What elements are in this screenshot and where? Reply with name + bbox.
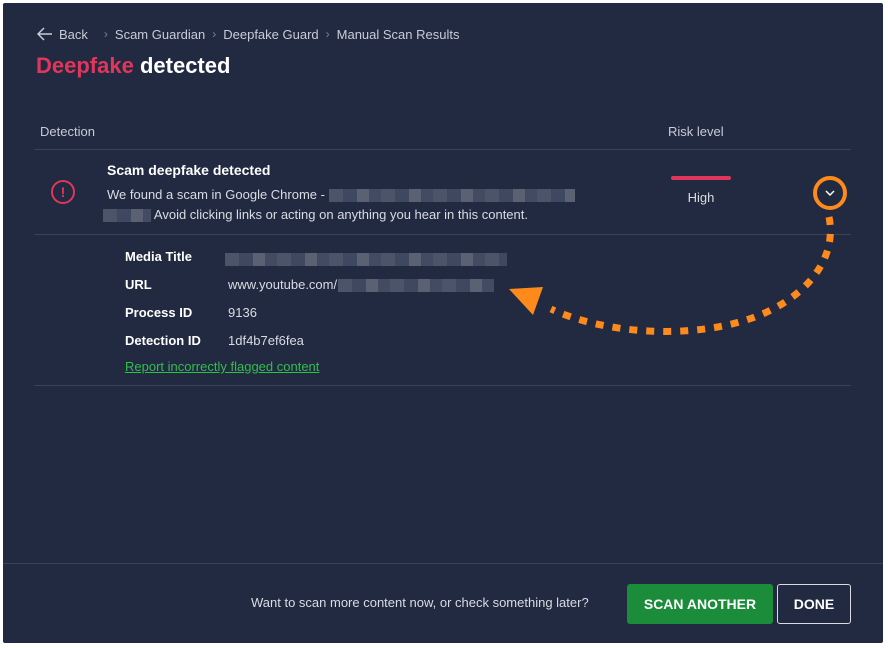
exclamation-circle-icon: ! <box>51 180 75 204</box>
detection-id-label: Detection ID <box>125 333 201 348</box>
chevron-down-icon <box>825 190 835 197</box>
url-value: www.youtube.com/ <box>228 277 495 293</box>
media-title-label: Media Title <box>125 249 192 264</box>
scan-another-button[interactable]: SCAN ANOTHER <box>627 584 773 624</box>
back-label: Back <box>59 26 88 42</box>
detail-row-detection-id: Detection ID 1df4b7ef6fea <box>125 333 545 353</box>
risk-level-bar <box>671 176 731 180</box>
scan-results-window: Back › Scam Guardian › Deepfake Guard › … <box>3 3 883 643</box>
expand-details-button[interactable] <box>813 176 847 210</box>
process-id-value: 9136 <box>228 305 257 320</box>
detail-row-process-id: Process ID 9136 <box>125 305 545 325</box>
redacted-text <box>103 209 151 223</box>
process-id-label: Process ID <box>125 305 193 320</box>
detail-row-media-title: Media Title <box>125 249 545 269</box>
page-title: Deepfake detected <box>36 53 230 79</box>
detection-description-prefix: We found a scam in Google Chrome - <box>107 187 325 202</box>
detection-description-suffix: Avoid clicking links or acting on anythi… <box>153 207 528 222</box>
footer-prompt: Want to scan more content now, or check … <box>251 595 589 610</box>
page-title-accent: Deepfake <box>36 53 134 78</box>
redacted-text <box>328 189 575 203</box>
breadcrumb-deepfake-guard[interactable]: Deepfake Guard <box>223 27 318 42</box>
url-label: URL <box>125 277 152 292</box>
page-title-rest: detected <box>133 53 231 78</box>
detection-description: We found a scam in Google Chrome - Avoid… <box>103 185 607 225</box>
detection-title: Scam deepfake detected <box>107 162 271 178</box>
back-button[interactable]: Back <box>37 27 88 42</box>
chevron-right-icon: › <box>325 27 330 41</box>
report-incorrectly-flagged-link[interactable]: Report incorrectly flagged content <box>125 359 319 374</box>
divider <box>34 149 851 150</box>
chevron-right-icon: › <box>212 27 217 41</box>
breadcrumb-manual-scan-results: Manual Scan Results <box>336 26 460 42</box>
breadcrumb-scam-guardian[interactable]: Scam Guardian <box>115 27 205 42</box>
detection-id-value: 1df4b7ef6fea <box>228 333 304 348</box>
url-text: www.youtube.com/ <box>228 277 338 292</box>
footer-divider <box>3 563 883 564</box>
column-header-risk-level: Risk level <box>668 124 724 139</box>
divider <box>34 385 851 386</box>
redacted-text <box>225 253 507 267</box>
detail-row-url: URL www.youtube.com/ <box>125 277 545 297</box>
breadcrumb: Back › Scam Guardian › Deepfake Guard › … <box>37 23 459 45</box>
risk-level-label: High <box>687 190 715 205</box>
done-button[interactable]: DONE <box>777 584 851 624</box>
column-header-detection: Detection <box>40 124 95 139</box>
divider <box>34 234 851 235</box>
chevron-right-icon: › <box>103 27 108 41</box>
redacted-media-title <box>225 251 507 267</box>
arrow-left-icon <box>37 27 52 41</box>
redacted-text <box>338 279 495 293</box>
